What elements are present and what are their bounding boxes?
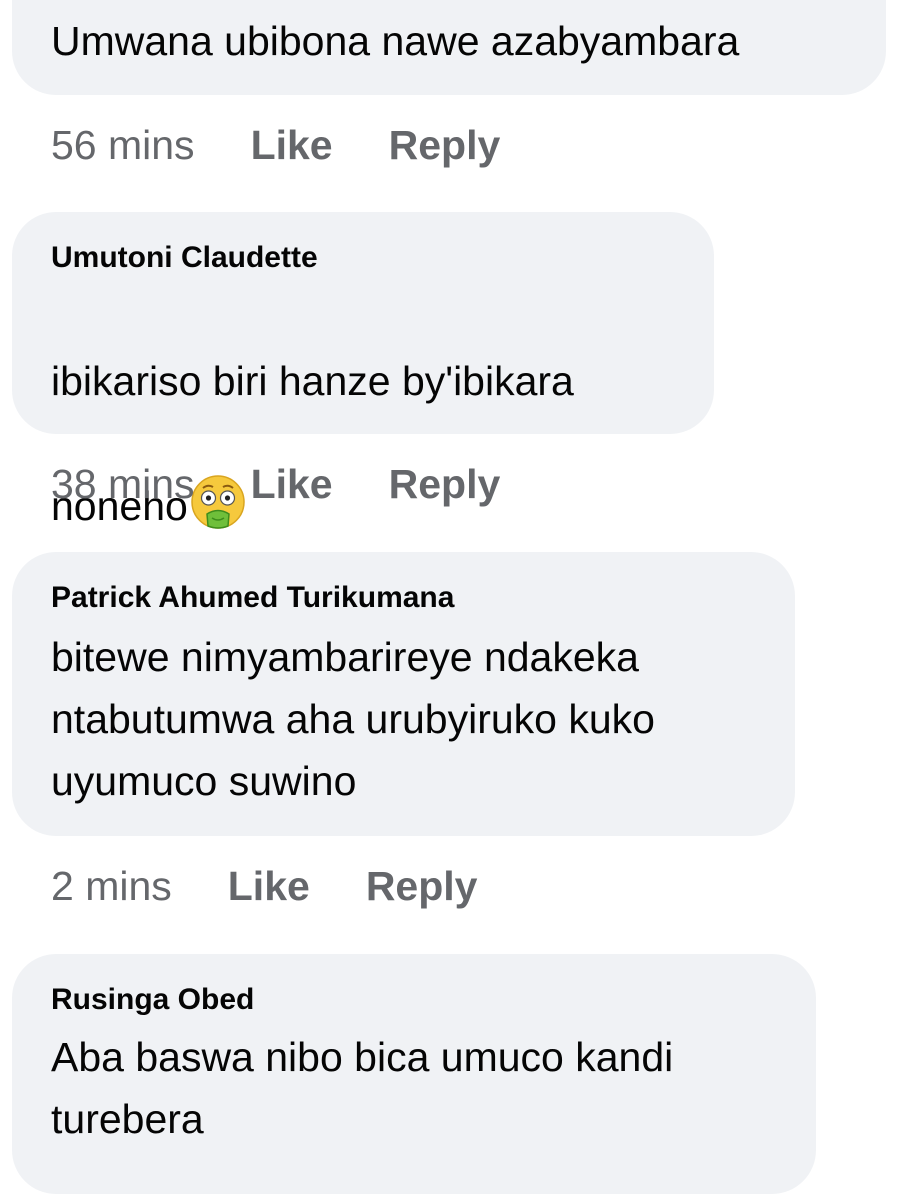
comment-timestamp[interactable]: 2 mins (51, 863, 172, 910)
like-button[interactable]: Like (251, 122, 333, 169)
comment-bubble: Umwana ubibona nawe azabyambara (12, 0, 886, 95)
comment-actions: 38 mins Like Reply (51, 454, 556, 514)
like-button[interactable]: Like (228, 863, 310, 910)
comment-bubble: Umutoni Claudette ibikariso biri hanze b… (12, 212, 714, 529)
comment-bubble: Patrick Ahumed Turikumana bitewe nimyamb… (12, 552, 795, 836)
comment-actions: 2 mins Like Reply (51, 856, 533, 916)
comment-author[interactable]: Rusinga Obed (51, 980, 254, 1020)
comment-bubble: Rusinga Obed Aba baswa nibo bica umuco k… (12, 954, 816, 1194)
comment-text: Aba baswa nibo bica umuco kandi turebera (51, 1034, 674, 1142)
comment-author[interactable]: Patrick Ahumed Turikumana (51, 578, 454, 618)
reply-button[interactable]: Reply (389, 461, 501, 508)
comment-actions: 56 mins Like Reply (51, 115, 556, 175)
like-button[interactable]: Like (251, 461, 333, 508)
comment-text: Umwana ubibona nawe azabyambara (51, 18, 740, 64)
comment-text: bitewe nimyambarireye ndakeka ntabutumwa… (51, 634, 655, 804)
comment-author[interactable]: Umutoni Claudette (51, 238, 318, 278)
comment-timestamp[interactable]: 56 mins (51, 122, 195, 169)
reply-button[interactable]: Reply (366, 863, 478, 910)
comment-timestamp[interactable]: 38 mins (51, 461, 195, 508)
reply-button[interactable]: Reply (389, 122, 501, 169)
comment-text-line: ibikariso biri hanze by'ibikara (51, 358, 574, 404)
